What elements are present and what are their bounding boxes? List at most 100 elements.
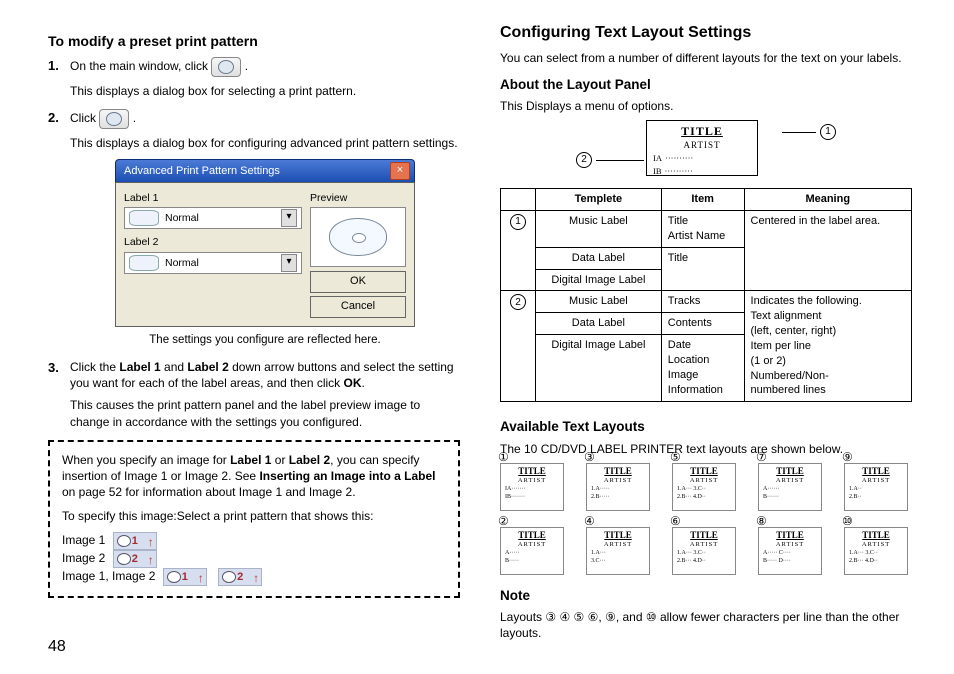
about-heading: About the Layout Panel — [500, 76, 912, 94]
about-text: This Displays a menu of options. — [500, 98, 912, 114]
close-icon[interactable]: × — [390, 162, 410, 180]
layout-thumb-box: TITLEARTIST1.A··· 3.C··2.B··· 4.D·· — [672, 463, 736, 511]
row1-id: 1 — [501, 211, 536, 291]
r2t2: Data Label — [536, 313, 662, 335]
footnote-text: Layouts ③ ④ ⑤ ⑥, ⑨, and ⑩ allow fewer ch… — [500, 609, 912, 641]
s3-d: Label 2 — [187, 360, 228, 374]
note-row3: Image 1, Image 2 1↑ 2↑ — [62, 568, 446, 586]
s3-f: OK — [344, 376, 362, 390]
thumb-line: 2.B··· 4.D·· — [673, 557, 735, 565]
chevron-down-icon[interactable]: ▾ — [281, 209, 297, 227]
image-spec-note: When you specify an image for Label 1 or… — [48, 440, 460, 599]
right-column: Configuring Text Layout Settings You can… — [500, 22, 912, 647]
layout-thumb: ⑩TITLEARTIST1.A··· 3.C··2.B··· 4.D·· — [844, 527, 912, 575]
image2-glyph-icon: 2↑ — [218, 568, 262, 586]
step2-number: 2. — [48, 109, 59, 127]
r2i1: Tracks — [661, 291, 744, 313]
thumb-line: B····· — [501, 557, 563, 565]
step1-text-b: . — [245, 59, 248, 73]
thumb-line: 1.A·· — [845, 485, 907, 493]
layout-thumb: ③TITLEARTIST1.A·····2.B····· — [586, 463, 654, 511]
layout-thumb-index: ④ — [584, 513, 595, 529]
layout-thumb: ⑨TITLEARTIST1.A··2.B·· — [844, 463, 912, 511]
layout-thumb-box: TITLEARTISTA·····B····· — [500, 527, 564, 575]
layout-thumb: ②TITLEARTISTA·····B····· — [500, 527, 568, 575]
label1-dropdown[interactable]: Normal ▾ — [124, 207, 302, 229]
step1-text-a: On the main window, click — [70, 59, 211, 73]
r2t1: Music Label — [536, 291, 662, 313]
layout-thumb-index: ⑦ — [756, 449, 767, 465]
s3-b: Label 1 — [119, 360, 160, 374]
s3-a: Click the — [70, 360, 119, 374]
layout-thumb-box: TITLEARTISTIA·······IB······· — [500, 463, 564, 511]
chevron-down-icon[interactable]: ▾ — [281, 254, 297, 272]
thumb-line: B····· D···· — [759, 557, 821, 565]
step2-text-a: Click — [70, 111, 99, 125]
step3-after: This causes the print pattern panel and … — [70, 397, 460, 429]
row2-id: 2 — [501, 291, 536, 402]
r1i1: Title Artist Name — [661, 211, 744, 248]
th-item: Item — [661, 189, 744, 211]
thumb-title: TITLE — [501, 528, 563, 541]
s3-c: and — [161, 360, 188, 374]
layout-thumb-box: TITLEARTISTA······B······ — [758, 463, 822, 511]
layout-thumb: ⑥TITLEARTIST1.A··· 3.C··2.B··· 4.D·· — [672, 527, 740, 575]
step1-after: This displays a dialog box for selecting… — [70, 83, 460, 99]
thumb-artist: ARTIST — [845, 541, 907, 549]
n-g: on page 52 for information about Image 1… — [62, 485, 356, 499]
note-row1: Image 1 1↑ — [62, 532, 446, 550]
r2i3: Date Location Image Information — [661, 335, 744, 402]
lp-ia: IA — [653, 153, 662, 164]
pattern-config-icon — [99, 109, 129, 129]
r2m: Indicates the following. Text alignment … — [744, 291, 911, 402]
dialog-body: Label 1 Normal ▾ Label 2 — [115, 182, 415, 327]
step-2: 2. Click . This displays a dialog box fo… — [48, 109, 460, 349]
thumb-line: IB······· — [501, 493, 563, 501]
label2-dropdown[interactable]: Normal ▾ — [124, 252, 302, 274]
n-d: Label 2 — [289, 453, 330, 467]
layout-thumb-index: ⑨ — [842, 449, 853, 465]
layout-thumbnails: ①TITLEARTISTIA·······IB·······③TITLEARTI… — [500, 463, 912, 575]
layout-thumb: ⑤TITLEARTIST1.A··· 3.C··2.B··· 4.D·· — [672, 463, 740, 511]
advanced-print-dialog: Advanced Print Pattern Settings × Label … — [115, 159, 415, 327]
step3-number: 3. — [48, 359, 59, 377]
layout-thumb-index: ⑩ — [842, 513, 853, 529]
note-table-heading: To specify this image:Select a print pat… — [62, 508, 446, 524]
thumb-title: TITLE — [587, 528, 649, 541]
r1m: Centered in the label area. — [744, 211, 911, 291]
lp-artist: ARTIST — [647, 139, 757, 151]
footnote-heading: Note — [500, 587, 912, 605]
note-row2-label: Image 2 — [62, 552, 105, 566]
layout-thumb-box: TITLEARTIST1.A·····2.B····· — [586, 463, 650, 511]
layout-thumb-box: TITLEARTISTA····· C····B····· D···· — [758, 527, 822, 575]
r2t3: Digital Image Label — [536, 335, 662, 402]
thumb-title: TITLE — [673, 464, 735, 477]
thumb-title: TITLE — [759, 464, 821, 477]
thumb-artist: ARTIST — [759, 541, 821, 549]
note-row3-label: Image 1, Image 2 — [62, 570, 155, 584]
left-heading: To modify a preset print pattern — [48, 32, 460, 51]
step-3: 3. Click the Label 1 and Label 2 down ar… — [48, 359, 460, 430]
layout-thumb-box: TITLEARTIST1.A···3.C··· — [586, 527, 650, 575]
dialog-title: Advanced Print Pattern Settings — [124, 164, 280, 179]
n-f: Inserting an Image into a Label — [259, 469, 435, 483]
n-c: or — [271, 453, 288, 467]
layout-thumb-index: ① — [498, 449, 509, 465]
note-row1-label: Image 1 — [62, 534, 105, 548]
n-a: When you specify an image for — [62, 453, 230, 467]
callout-2: 2 — [576, 152, 644, 168]
thumb-title: TITLE — [845, 464, 907, 477]
step-1: 1. On the main window, click . This disp… — [48, 57, 460, 99]
label2-caption: Label 2 — [124, 235, 302, 249]
available-heading: Available Text Layouts — [500, 418, 912, 436]
lp-title: TITLE — [647, 121, 757, 139]
thumb-line: 1.A··· 3.C·· — [845, 549, 907, 557]
thumb-line: A····· — [501, 549, 563, 557]
label2-group: Label 2 Normal ▾ — [124, 235, 302, 273]
cancel-button[interactable]: Cancel — [310, 296, 406, 318]
layout-thumb-index: ② — [498, 513, 509, 529]
ok-button[interactable]: OK — [310, 271, 406, 293]
layout-thumb: ⑦TITLEARTISTA······B······ — [758, 463, 826, 511]
layout-thumb: ④TITLEARTIST1.A···3.C··· — [586, 527, 654, 575]
r1i2: Title — [661, 247, 744, 291]
